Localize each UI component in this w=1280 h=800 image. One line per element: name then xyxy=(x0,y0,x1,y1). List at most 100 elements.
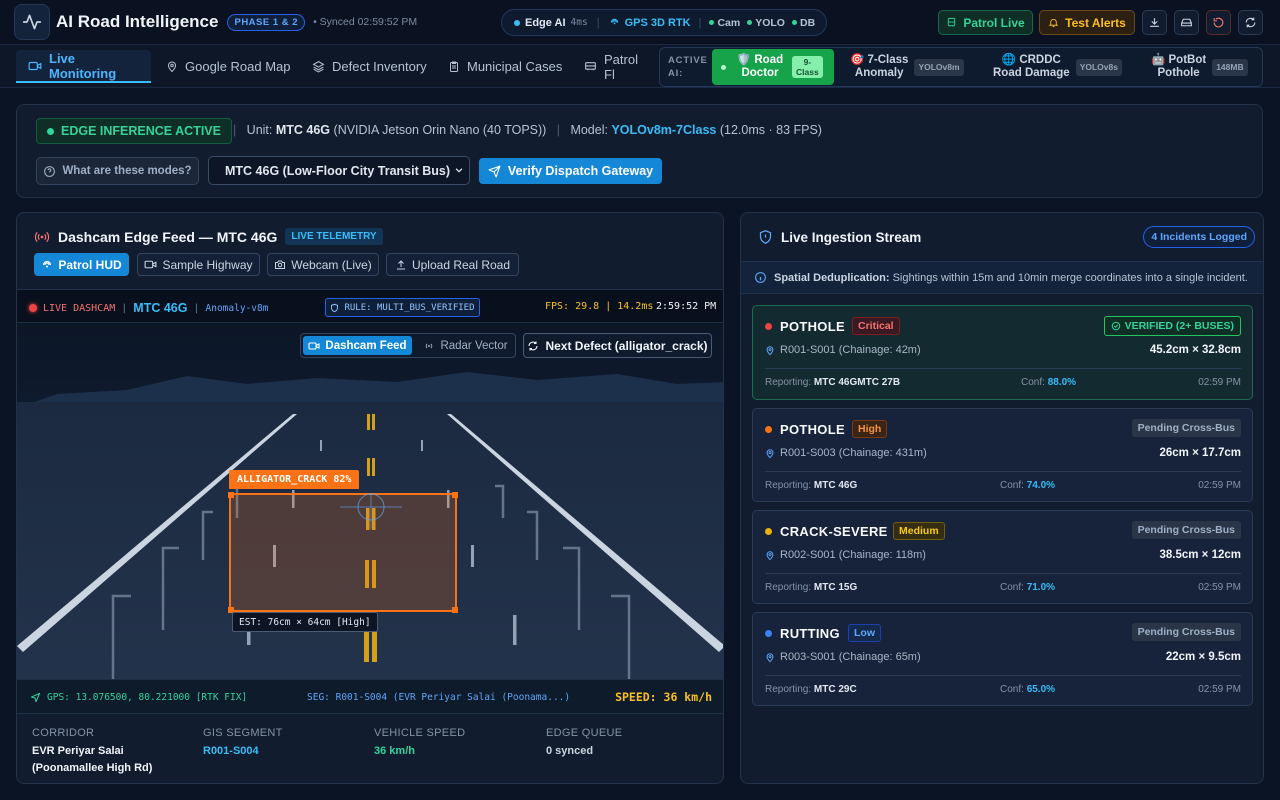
vehicle-speed-label: VEHICLE SPEED xyxy=(374,727,466,739)
ai-option-crddc-road-damage[interactable]: 🌐 CRDDC Road Damage YOLOv8s xyxy=(993,48,1122,86)
edge-queue-label: EDGE QUEUE xyxy=(546,727,623,739)
detection-label: ALLIGATOR_CRACK 82% xyxy=(229,470,360,489)
severity-badge: Medium xyxy=(893,522,945,540)
bell-icon xyxy=(1048,17,1059,28)
incident-card[interactable]: CRACK-SEVERE Medium Pending Cross-Bus R0… xyxy=(752,510,1253,604)
shield-icon xyxy=(330,303,339,313)
incident-time: 02:59 PM xyxy=(1198,377,1241,388)
incident-type: POTHOLE xyxy=(780,422,845,437)
source-sample-highway-button[interactable]: Sample Highway xyxy=(137,253,260,276)
source-patrol-hud-button[interactable]: Patrol HUD xyxy=(34,253,129,276)
incident-type: POTHOLE xyxy=(780,319,845,334)
incidents-count-badge: 4 Incidents Logged xyxy=(1143,226,1255,248)
segment-label: GIS SEGMENT xyxy=(203,727,283,739)
inference-status-card: EDGE INFERENCE ACTIVE | Unit: MTC 46G (N… xyxy=(16,104,1263,198)
refresh-button[interactable] xyxy=(1238,10,1263,35)
incident-reporting: Reporting: MTC 15G xyxy=(765,582,858,593)
map-pin-icon xyxy=(765,448,775,459)
patrol-live-button[interactable]: Patrol Live xyxy=(938,10,1033,35)
rule-badge: RULE: MULTI_BUS_VERIFIED xyxy=(325,298,480,317)
map-pin-icon xyxy=(765,550,775,561)
storage-button[interactable] xyxy=(1174,10,1199,35)
satellite-icon xyxy=(41,259,53,271)
dashcam-video[interactable]: LIVE DASHCAM | MTC 46G | Anomaly-v8m RUL… xyxy=(17,289,723,714)
incident-card[interactable]: RUTTING Low Pending Cross-Bus R003-S001 … xyxy=(752,612,1253,706)
ai-option-7-class-anomaly[interactable]: 🎯 7-Class Anomaly YOLOv8m xyxy=(850,48,964,86)
tab-patrol-fleet[interactable]: Patrol Fl xyxy=(572,50,654,83)
incident-location: R001-S003 (Chainage: 431m) xyxy=(765,447,927,459)
active-ai-selector: ACTIVE AI: 🛡️ Road Doctor 9- Class 🎯 7-C… xyxy=(659,47,1263,87)
live-dashcam-label: LIVE DASHCAM xyxy=(43,302,116,314)
unit-model-info: | Unit: MTC 46G (NVIDIA Jetson Orin Nano… xyxy=(233,123,822,137)
ai-option-potbot-pothole[interactable]: 🤖 PotBot Pothole 148MB xyxy=(1151,48,1248,86)
incident-confidence: Conf: 74.0% xyxy=(1000,480,1056,491)
dashcam-panel: Dashcam Edge Feed — MTC 46G LIVE TELEMET… xyxy=(16,212,724,784)
incident-time: 02:59 PM xyxy=(1198,684,1241,695)
modes-help-button[interactable]: What are these modes? xyxy=(36,157,199,185)
recording-dot xyxy=(29,304,37,312)
hud-fps: FPS: 29.8 | 14.2ms xyxy=(545,301,654,312)
cam-label: Cam xyxy=(717,16,741,29)
feed-title: Dashcam Edge Feed — MTC 46G xyxy=(58,228,278,245)
feed-stats: CORRIDOR EVR Periyar Salai (Poonamallee … xyxy=(17,714,723,783)
db-label: DB xyxy=(799,16,816,29)
download-button[interactable] xyxy=(1142,10,1167,35)
refresh-icon xyxy=(1244,16,1257,29)
shield-icon xyxy=(758,229,773,245)
incident-time: 02:59 PM xyxy=(1198,582,1241,593)
video-icon xyxy=(28,60,42,72)
source-webcam-button[interactable]: Webcam (Live) xyxy=(267,253,379,276)
active-ai-label: ACTIVE AI: xyxy=(668,55,708,79)
incident-location: R001-S001 (Chainage: 42m) xyxy=(765,344,921,356)
hard-drive-icon xyxy=(1180,16,1193,29)
radar-icon xyxy=(423,341,435,351)
status-badge: VERIFIED (2+ BUSES) xyxy=(1103,316,1241,336)
corridor-label: CORRIDOR xyxy=(32,727,95,739)
tab-defect-inventory[interactable]: Defect Inventory xyxy=(300,50,439,83)
view-radar-vector-button[interactable]: Radar Vector xyxy=(417,336,514,355)
incident-size: 22cm × 9.5cm xyxy=(1165,651,1241,663)
system-status-pill: Edge AI 4ms | GPS 3D RTK | Cam YOLO DB xyxy=(501,9,827,36)
check-circle-icon xyxy=(1111,321,1121,331)
bus-icon xyxy=(946,17,957,28)
reset-button[interactable] xyxy=(1206,10,1231,35)
segment-value: R001-S004 xyxy=(203,745,259,757)
tab-live-monitoring[interactable]: Live Monitoring xyxy=(16,50,151,83)
bus-icon xyxy=(584,60,597,73)
test-alerts-button[interactable]: Test Alerts xyxy=(1039,10,1135,35)
source-upload-button[interactable]: Upload Real Road xyxy=(386,253,519,276)
incident-location: R002-S001 (Chainage: 118m) xyxy=(765,549,926,561)
incident-location: R003-S001 (Chainage: 65m) xyxy=(765,651,921,663)
ingestion-header: Live Ingestion Stream 4 Incidents Logged xyxy=(741,213,1263,262)
layers-icon xyxy=(312,60,325,73)
severity-badge: Low xyxy=(848,624,881,642)
app-title: AI Road Intelligence xyxy=(56,12,219,31)
help-circle-icon xyxy=(43,165,56,178)
refresh-icon xyxy=(527,340,539,352)
unit-select[interactable]: MTC 46G (Low-Floor City Transit Bus) xyxy=(208,156,470,185)
feed-header: Dashcam Edge Feed — MTC 46G LIVE TELEMET… xyxy=(34,228,383,245)
tab-municipal-cases[interactable]: Municipal Cases xyxy=(436,50,574,83)
status-badge: Pending Cross-Bus xyxy=(1131,419,1241,437)
db-status-dot xyxy=(791,20,797,25)
live-telemetry-badge: LIVE TELEMETRY xyxy=(285,228,383,245)
info-icon xyxy=(754,271,767,284)
incident-confidence: Conf: 65.0% xyxy=(1000,684,1056,695)
active-dot xyxy=(47,127,54,135)
gps-label: GPS 3D RTK xyxy=(624,16,691,29)
gps-readout: GPS: 13.076500, 80.221000 [RTK FIX] xyxy=(30,692,247,703)
ai-option-road-doctor[interactable]: 🛡️ Road Doctor 9- Class xyxy=(712,49,834,85)
incident-card[interactable]: POTHOLE Critical VERIFIED (2+ BUSES) R00… xyxy=(752,305,1253,400)
verify-dispatch-button[interactable]: Verify Dispatch Gateway xyxy=(479,158,662,184)
incident-reporting: Reporting: MTC 29C xyxy=(765,684,857,695)
upload-icon xyxy=(395,259,407,271)
view-dashcam-feed-button[interactable]: Dashcam Feed xyxy=(303,336,412,355)
selected-dot xyxy=(721,64,726,70)
sync-status: • Synced 02:59:52 PM xyxy=(313,16,418,28)
next-defect-button[interactable]: Next Defect (alligator_crack) xyxy=(523,333,712,358)
tab-google-road-map[interactable]: Google Road Map xyxy=(154,50,303,83)
severity-dot xyxy=(765,528,772,535)
incident-card[interactable]: POTHOLE High Pending Cross-Bus R001-S003… xyxy=(752,408,1253,502)
hud-model: Anomaly-v8m xyxy=(205,302,269,314)
severity-dot xyxy=(765,323,772,330)
